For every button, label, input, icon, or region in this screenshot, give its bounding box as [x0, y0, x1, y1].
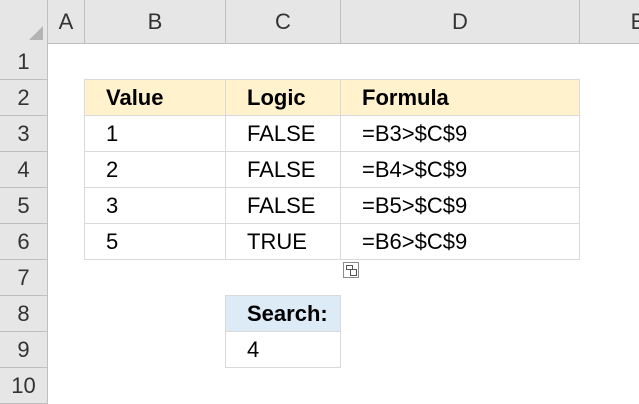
table-cell-value[interactable]: 2 — [84, 151, 226, 188]
row-header-6[interactable]: 6 — [0, 224, 48, 260]
table-cell-logic[interactable]: FALSE — [225, 151, 341, 188]
table-cell-value[interactable]: 1 — [84, 115, 226, 152]
row-header-1[interactable]: 1 — [0, 44, 48, 80]
row-header-7[interactable]: 7 — [0, 260, 48, 296]
row-header-9[interactable]: 9 — [0, 332, 48, 368]
table-cell-logic[interactable]: FALSE — [225, 187, 341, 224]
row-header-5[interactable]: 5 — [0, 188, 48, 224]
spreadsheet-grid: A B C D E 1 2 3 4 5 6 7 8 9 10 Value Log… — [0, 0, 639, 404]
search-value-cell[interactable]: 4 — [225, 331, 341, 368]
select-all-button[interactable] — [0, 0, 48, 44]
column-header-b[interactable]: B — [85, 0, 226, 44]
column-header-c[interactable]: C — [226, 0, 341, 44]
paste-options-page — [350, 269, 357, 276]
table-cell-value[interactable]: 5 — [84, 223, 226, 260]
select-all-triangle-icon — [29, 26, 43, 40]
row-header-10[interactable]: 10 — [0, 368, 48, 404]
row-header-4[interactable]: 4 — [0, 152, 48, 188]
table-cell-formula[interactable]: =B4>$C$9 — [340, 151, 580, 188]
table-cell-value[interactable]: 3 — [84, 187, 226, 224]
table-cell-logic[interactable]: TRUE — [225, 223, 341, 260]
row-header-8[interactable]: 8 — [0, 296, 48, 332]
paste-options-icon[interactable] — [343, 262, 359, 278]
row-header-2[interactable]: 2 — [0, 80, 48, 116]
table-cell-logic[interactable]: FALSE — [225, 115, 341, 152]
table-cell-formula[interactable]: =B6>$C$9 — [340, 223, 580, 260]
table-cell-formula[interactable]: =B5>$C$9 — [340, 187, 580, 224]
table-header-formula[interactable]: Formula — [340, 79, 580, 116]
search-label-cell[interactable]: Search: — [225, 295, 341, 332]
column-header-d[interactable]: D — [341, 0, 580, 44]
table-header-logic[interactable]: Logic — [225, 79, 341, 116]
table-cell-formula[interactable]: =B3>$C$9 — [340, 115, 580, 152]
column-header-e[interactable]: E — [580, 0, 639, 44]
column-header-a[interactable]: A — [48, 0, 85, 44]
row-header-3[interactable]: 3 — [0, 116, 48, 152]
table-header-value[interactable]: Value — [84, 79, 226, 116]
